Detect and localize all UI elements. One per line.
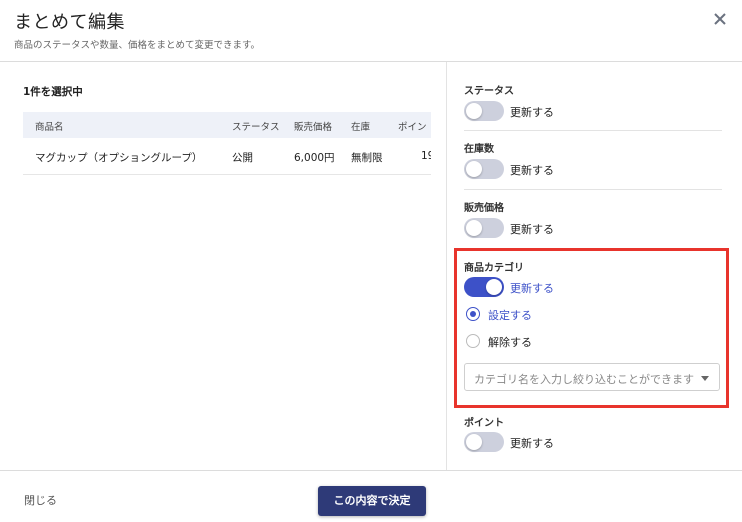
toggle-knob: [466, 220, 482, 236]
table-row: マグカップ（オプショングループ） 公開 6,000円 無制限 19: [23, 138, 431, 175]
price-toggle-label: 更新する: [510, 223, 554, 236]
status-toggle-label: 更新する: [510, 106, 554, 119]
selected-products-pane: 1件を選択中 商品名 ステータス 販売価格 在庫 ポイン マグカップ（オプション…: [0, 62, 447, 470]
modal-subtitle: 商品のステータスや数量、価格をまとめて変更できます。: [14, 40, 261, 51]
submit-button[interactable]: この内容で決定: [318, 486, 426, 516]
header-points: ポイン: [398, 122, 427, 133]
close-icon[interactable]: [712, 11, 728, 27]
table-header: 商品名 ステータス 販売価格 在庫 ポイン: [23, 112, 431, 138]
header-price: 販売価格: [294, 122, 333, 133]
point-toggle[interactable]: [464, 432, 504, 452]
modal-header: まとめて編集 商品のステータスや数量、価格をまとめて変更できます。: [0, 0, 742, 62]
header-stock: 在庫: [351, 122, 371, 133]
cell-price: 6,000円: [294, 152, 335, 164]
price-toggle[interactable]: [464, 218, 504, 238]
stock-toggle-label: 更新する: [510, 164, 554, 177]
modal-footer: 閉じる この内容で決定: [0, 470, 742, 522]
cell-product-name: マグカップ（オプショングループ）: [35, 152, 203, 164]
toggle-knob: [466, 103, 482, 119]
cell-stock: 無制限: [351, 152, 383, 164]
toggle-knob: [466, 434, 482, 450]
stock-toggle[interactable]: [464, 159, 504, 179]
header-product-name: 商品名: [35, 122, 64, 133]
status-label: ステータス: [464, 86, 514, 97]
price-label: 販売価格: [464, 203, 504, 214]
point-toggle-label: 更新する: [510, 437, 554, 450]
products-table: 商品名 ステータス 販売価格 在庫 ポイン マグカップ（オプショングループ） 公…: [23, 112, 431, 176]
point-label: ポイント: [464, 418, 504, 429]
stock-label: 在庫数: [464, 144, 494, 155]
close-icon-svg: [714, 13, 726, 25]
modal-title: まとめて編集: [14, 12, 125, 33]
header-status: ステータス: [232, 122, 280, 133]
category-highlight-box: [454, 248, 729, 408]
toggle-knob: [466, 161, 482, 177]
cell-points: 19: [421, 150, 431, 162]
cell-status: 公開: [232, 152, 253, 164]
divider: [464, 189, 722, 190]
status-toggle[interactable]: [464, 101, 504, 121]
divider: [464, 130, 722, 131]
selected-count: 1件を選択中: [23, 86, 83, 98]
close-button[interactable]: 閉じる: [24, 492, 57, 508]
